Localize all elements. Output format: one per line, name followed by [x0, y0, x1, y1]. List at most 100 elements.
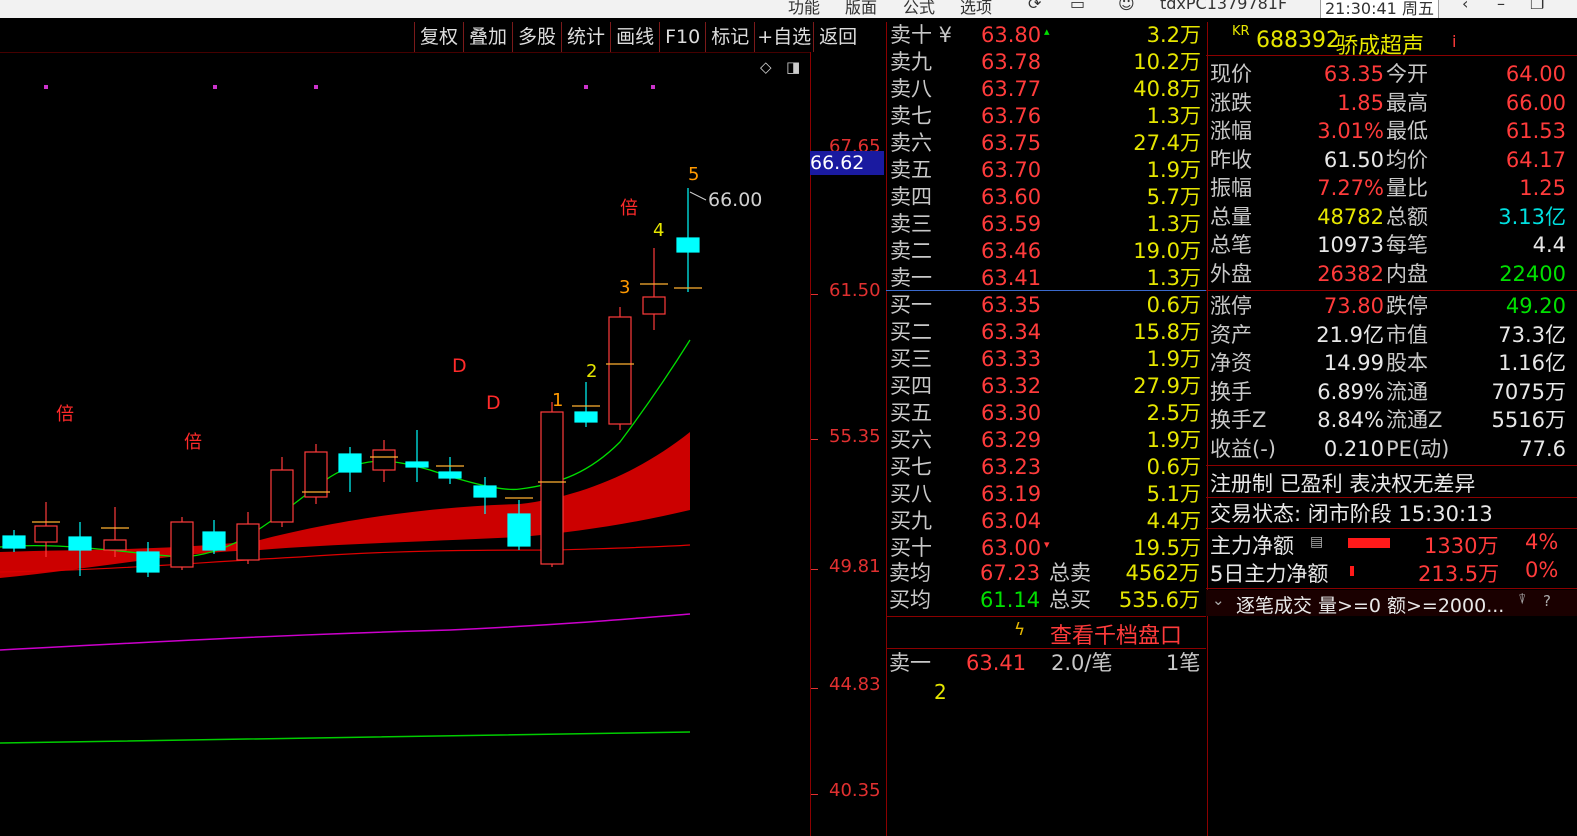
overlay-button[interactable]: 叠加 [463, 22, 512, 52]
list-icon[interactable]: ▤ [1310, 534, 1323, 550]
level-label: 卖五 [890, 158, 932, 182]
main-net-bar [1348, 538, 1390, 548]
bid-row[interactable]: 买二 63.34 15.8万 [887, 319, 1205, 346]
ask-row[interactable]: 卖一 63.41 1.3万 [887, 265, 1205, 292]
bid-row[interactable]: 买五 63.30 2.5万 [887, 400, 1205, 427]
ask-row[interactable]: 卖九 63.78 10.2万 [887, 49, 1205, 76]
quote-label: 涨跌 [1210, 90, 1252, 115]
level-volume: 4.4万 [1146, 509, 1201, 533]
quote-label: 流通 [1386, 379, 1428, 404]
tick-header[interactable]: ⌄ 逐笔成交 量>=0 额>=2000... ⍒ ? [1206, 590, 1577, 618]
bid-row[interactable]: 买十 63.00 19.5万 ▾ [887, 535, 1205, 562]
quote-row: 总笔 10973 每笔 4.4 [1210, 231, 1570, 259]
quote-value: 73.80 [1323, 294, 1384, 318]
quote-row: 换手Z 8.84% 流通Z 5516万 [1210, 406, 1570, 434]
candle-body [473, 485, 497, 498]
help-icon[interactable]: ? [1543, 592, 1551, 610]
return-button[interactable]: 返回 [813, 22, 862, 52]
quote-label: 今开 [1386, 62, 1428, 86]
level-price: 63.34 [981, 320, 1042, 344]
level-label: 卖一 [890, 266, 932, 290]
bid-row[interactable]: 买八 63.19 5.1万 [887, 481, 1205, 508]
stock-code[interactable]: 688392 [1256, 28, 1340, 53]
level-label: 卖四 [890, 185, 932, 209]
level-price: 63.60 [981, 185, 1042, 209]
draw-button[interactable]: 画线 [610, 22, 659, 52]
level-volume: 15.8万 [1133, 320, 1201, 344]
candle-body [338, 453, 362, 473]
quote-value: 0.210 [1323, 436, 1384, 461]
ask-row[interactable]: 卖五 63.70 1.9万 [887, 157, 1205, 184]
ask-row[interactable]: 卖四 63.60 5.7万 [887, 184, 1205, 211]
restore-icon[interactable]: ❐ [1530, 0, 1544, 13]
screen-icon[interactable]: ▭ [1070, 0, 1085, 13]
tick-filter[interactable]: 逐笔成交 量>=0 额>=2000... [1236, 591, 1504, 618]
quote-label: 总额 [1386, 204, 1428, 229]
mark-button[interactable]: 标记 [705, 22, 754, 52]
menu-layout[interactable]: 版面 [845, 0, 877, 18]
multi-stock-button[interactable]: 多股 [512, 22, 561, 52]
bid-row[interactable]: 买四 63.32 27.9万 [887, 373, 1205, 400]
quote-value: 8.84% [1317, 408, 1384, 432]
quote-value: 1.16亿 [1498, 351, 1566, 375]
diamond-icon[interactable]: ◇ [760, 58, 772, 76]
ask-row[interactable]: 卖八 63.77 40.8万 [887, 76, 1205, 103]
candle-body [34, 525, 58, 543]
level-label: 买一 [890, 293, 932, 317]
menu-formula[interactable]: 公式 [903, 0, 935, 18]
menu-function[interactable]: 功能 [788, 0, 820, 18]
ask-row[interactable]: 卖七 63.76 1.3万 [887, 103, 1205, 130]
menu-options[interactable]: 选项 [960, 0, 992, 18]
level-label: 卖二 [890, 239, 932, 263]
level-price: 63.35 [981, 293, 1042, 317]
minimize-icon[interactable]: – [1497, 0, 1505, 13]
quote-row: 换手 6.89% 流通 7075万 [1210, 378, 1570, 406]
ask-row[interactable]: 卖六 63.75 27.4万 [887, 130, 1205, 157]
kline-chart[interactable]: 倍 倍 倍 D D 1 2 3 4 5 66.00 ◇ ◨ [0, 52, 810, 836]
filter-icon[interactable]: ⍒ [1518, 592, 1526, 608]
bid-row[interactable]: 买三 63.33 1.9万 [887, 346, 1205, 373]
quote-row: 现价 63.35 今开 64.00 [1210, 60, 1570, 88]
quote-value: 64.17 [1505, 147, 1566, 172]
refresh-icon[interactable]: ⟳ [1028, 0, 1041, 13]
price-tick: 55.35 [829, 426, 881, 447]
ask-row[interactable]: 卖二 63.46 19.0万 [887, 238, 1205, 265]
level-price: 63.70 [981, 158, 1042, 182]
main-net5-bar [1350, 566, 1354, 576]
ma-green-bottom-line [0, 731, 691, 744]
main-net-label: 主力净额 [1210, 534, 1294, 558]
candle-body [68, 536, 92, 551]
main-net5-label: 5日主力净额 [1210, 562, 1329, 586]
user-id[interactable]: tdxPC1379781F [1160, 0, 1287, 13]
ask-row[interactable]: 卖十 ¥ 63.80 3.2万 ▴ [887, 22, 1205, 49]
level-label: 买二 [890, 320, 932, 344]
quote-value: 3.13亿 [1498, 204, 1566, 229]
level-label: 卖九 [890, 50, 932, 74]
deep-book-link[interactable]: 查看千档盘口 [1050, 618, 1182, 650]
level-price: 63.59 [981, 212, 1042, 236]
chevron-down-icon[interactable]: ⌄ [1212, 591, 1225, 609]
panel-toggle-icon[interactable]: ◨ [786, 58, 800, 76]
quote-value: 49.20 [1505, 294, 1566, 318]
price-tick: 40.35 [829, 780, 881, 801]
add-watchlist-button[interactable]: +自选 [754, 22, 813, 52]
quote-row: 净资 14.99 股本 1.16亿 [1210, 349, 1570, 377]
quote-value: 10973 [1317, 233, 1384, 257]
bid-row[interactable]: 买七 63.23 0.6万 [887, 454, 1205, 481]
level-price: 63.30 [981, 401, 1042, 425]
back-icon[interactable]: ‹ [1462, 0, 1468, 13]
bid-row[interactable]: 买六 63.29 1.9万 [887, 427, 1205, 454]
level-price: 63.76 [981, 104, 1042, 128]
count-label: 2 [586, 361, 597, 382]
bid-row[interactable]: 买一 63.35 0.6万 [887, 292, 1205, 319]
fuquan-button[interactable]: 复权 [414, 22, 463, 52]
level-volume: 0.6万 [1146, 293, 1201, 317]
ask-row[interactable]: 卖三 63.59 1.3万 [887, 211, 1205, 238]
info-icon[interactable]: i [1452, 32, 1456, 51]
f10-button[interactable]: F10 [659, 22, 705, 52]
quote-value: 26382 [1317, 261, 1384, 286]
stats-button[interactable]: 统计 [561, 22, 610, 52]
price-tick: 61.50 [829, 280, 881, 301]
level-label: 买六 [890, 428, 932, 452]
user-icon[interactable]: ☺ [1118, 0, 1135, 13]
